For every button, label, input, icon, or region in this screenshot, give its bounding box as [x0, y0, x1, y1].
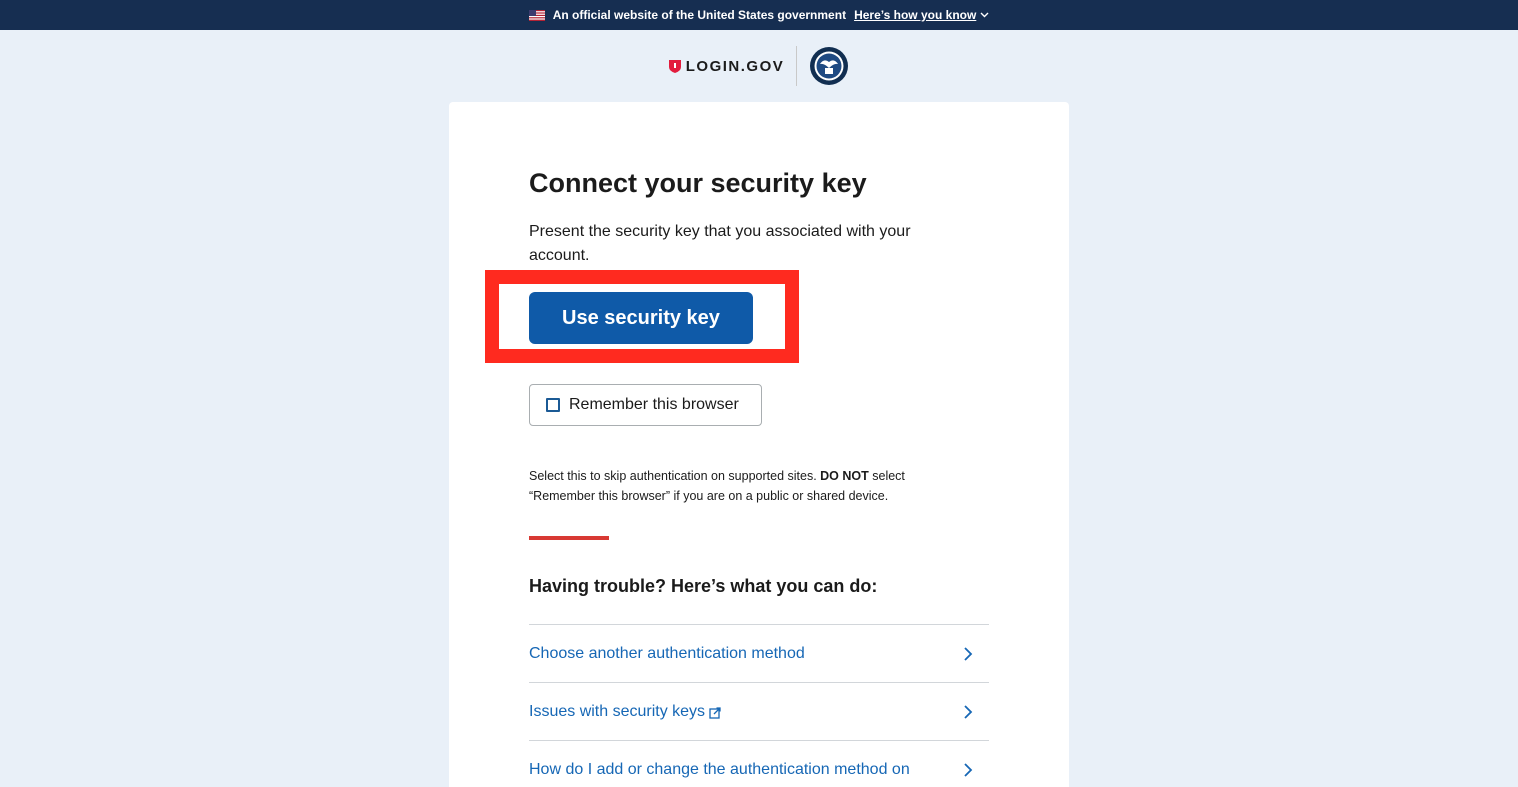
chevron-right-icon: [963, 704, 973, 719]
hint-text-part1: Select this to skip authentication on su…: [529, 469, 821, 483]
us-flag-icon: [528, 9, 545, 21]
agency-seal: [809, 46, 849, 86]
main-card: Connect your security key Present the se…: [449, 102, 1069, 787]
intro-text: Present the security key that you associ…: [529, 223, 911, 264]
official-website-text: An official website of the United States…: [552, 8, 847, 22]
remember-browser-option[interactable]: Remember this browser: [529, 384, 762, 426]
section-divider: [529, 536, 609, 540]
trouble-item-label: How do I add or change the authenticatio…: [529, 760, 910, 778]
gov-banner: An official website of the United States…: [0, 0, 1518, 30]
page-title: Connect your security key: [529, 168, 867, 198]
login-gov-wordmark: LOGIN.GOV: [685, 57, 785, 75]
change-method-link[interactable]: How do I add or change the authenticatio…: [529, 761, 910, 779]
choose-another-method-link[interactable]: Choose another authentication method: [529, 645, 805, 663]
use-security-key-button[interactable]: Use security key: [529, 292, 753, 344]
trouble-item-security-keys[interactable]: Issues with security keys: [529, 682, 989, 740]
issues-security-keys-link[interactable]: Issues with security keys: [529, 703, 721, 721]
trouble-heading: Having trouble? Here’s what you can do:: [529, 576, 878, 596]
chevron-down-icon: [980, 10, 989, 20]
login-gov-logo[interactable]: LOGIN.GOV: [668, 57, 785, 75]
login-shield-icon: [668, 59, 681, 73]
logo-bar: LOGIN.GOV: [0, 44, 1518, 88]
external-link-icon: [709, 706, 721, 719]
how-you-know-label: Here’s how you know: [854, 8, 977, 22]
remember-browser-checkbox[interactable]: [546, 398, 560, 412]
logo-divider: [796, 46, 798, 86]
trouble-list: Choose another authentication method Iss…: [529, 624, 989, 787]
trouble-item-another-method[interactable]: Choose another authentication method: [529, 624, 989, 682]
chevron-right-icon: [963, 646, 973, 661]
trouble-item-change-method[interactable]: How do I add or change the authenticatio…: [529, 740, 989, 787]
remember-browser-label: Remember this browser: [569, 396, 739, 413]
chevron-right-icon: [963, 762, 973, 777]
hint-text-bold: DO NOT: [820, 469, 869, 483]
trouble-item-label: Issues with security keys: [529, 702, 706, 720]
remember-hint-text: Select this to skip authentication on su…: [529, 466, 959, 506]
trouble-item-label: Choose another authentication method: [529, 644, 805, 662]
how-you-know-link[interactable]: Here’s how you know: [854, 8, 989, 22]
